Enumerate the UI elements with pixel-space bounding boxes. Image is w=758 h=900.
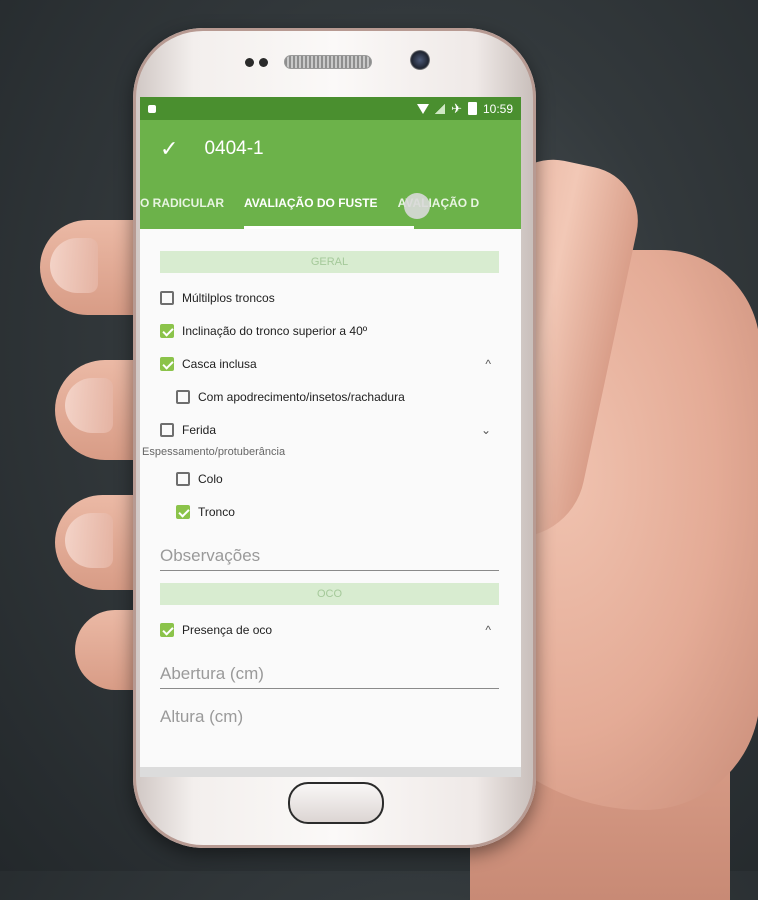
home-button[interactable] xyxy=(288,782,384,824)
signal-icon xyxy=(435,103,446,114)
altura-field[interactable]: Altura (cm) xyxy=(160,707,499,731)
earpiece-speaker xyxy=(284,55,372,69)
chevron-up-icon[interactable]: ^ xyxy=(485,623,491,637)
checkbox-label: Casca inclusa xyxy=(182,356,257,371)
tab-indicator xyxy=(244,226,414,229)
tab-avaliacao-next[interactable]: AVALIAÇÃO D xyxy=(388,196,490,210)
tab-avaliacao-radicular[interactable]: O RADICULAR xyxy=(140,196,234,210)
checkbox[interactable] xyxy=(160,622,174,637)
checkbox-label: Colo xyxy=(198,471,223,486)
checkbox-label: Inclinação do tronco superior a 40º xyxy=(182,323,368,338)
abertura-field[interactable]: Abertura (cm) xyxy=(160,664,499,689)
section-header-geral: GERAL xyxy=(160,251,499,273)
page-title: 0404-1 xyxy=(204,137,264,159)
check-icon[interactable]: ✓ xyxy=(160,136,178,162)
observacoes-field[interactable]: Observações xyxy=(160,546,499,571)
group-label-espessamento: Espessamento/protuberância xyxy=(142,446,286,458)
checkbox[interactable] xyxy=(160,422,174,437)
checkbox[interactable] xyxy=(160,356,174,371)
checkbox[interactable] xyxy=(160,323,174,338)
tab-avaliacao-do-fuste[interactable]: AVALIAÇÃO DO FUSTE xyxy=(234,196,388,210)
sensor-dots xyxy=(245,58,268,67)
checkbox-label: Tronco xyxy=(198,504,235,519)
bottom-bezel-strip xyxy=(140,767,521,777)
checkbox-row-colo[interactable]: Colo xyxy=(160,462,499,495)
checkbox-label: Presença de oco xyxy=(182,622,273,637)
touch-indicator xyxy=(404,193,430,219)
front-camera xyxy=(410,50,430,70)
airplane-mode-icon: ✈ xyxy=(451,100,462,116)
status-bar: ✈ 10:59 xyxy=(140,97,521,120)
section-header-oco: OCO xyxy=(160,583,499,605)
checkbox-row-casca-inclusa[interactable]: Casca inclusa ^ xyxy=(160,347,499,380)
checkbox-label: Múltilplos troncos xyxy=(182,290,275,305)
checkbox-row-inclinacao[interactable]: Inclinação do tronco superior a 40º xyxy=(160,314,499,347)
checkbox-row-tronco[interactable]: Tronco xyxy=(160,495,499,528)
checkbox-row-presenca-de-oco[interactable]: Presença de oco ^ xyxy=(160,613,499,646)
checkbox[interactable] xyxy=(176,389,190,404)
chevron-down-icon[interactable]: ⌄ xyxy=(481,423,491,437)
tab-bar: O RADICULAR AVALIAÇÃO DO FUSTE AVALIAÇÃO… xyxy=(140,177,521,229)
checkbox-label: Com apodrecimento/insetos/rachadura xyxy=(198,389,405,404)
phone-screen: ✈ 10:59 ✓ 0404-1 O RADICULAR AVALIAÇÃO D… xyxy=(140,97,521,777)
wifi-icon xyxy=(417,103,430,114)
notification-icon xyxy=(148,104,156,113)
checkbox[interactable] xyxy=(176,504,190,519)
chevron-up-icon[interactable]: ^ xyxy=(485,357,491,371)
checkbox-row-apodrecimento[interactable]: Com apodrecimento/insetos/rachadura xyxy=(160,380,499,413)
form-content: GERAL Múltilplos troncos Inclinação do t… xyxy=(140,251,521,731)
battery-icon xyxy=(467,102,477,115)
checkbox-row-ferida[interactable]: Ferida ⌄ xyxy=(160,413,499,446)
clock: 10:59 xyxy=(482,101,513,116)
app-bar: ✓ 0404-1 xyxy=(140,120,521,177)
checkbox-label: Ferida xyxy=(182,422,217,437)
checkbox[interactable] xyxy=(176,471,190,486)
checkbox-row-multiplos-troncos[interactable]: Múltilplos troncos xyxy=(160,281,499,314)
checkbox[interactable] xyxy=(160,290,174,305)
